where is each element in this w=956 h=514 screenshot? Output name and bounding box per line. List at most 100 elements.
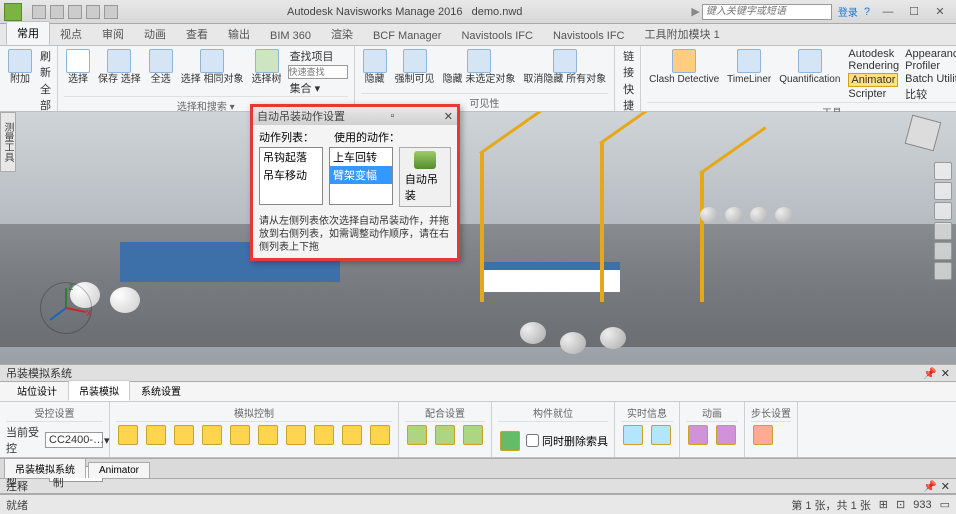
help-search-input[interactable] — [702, 4, 832, 20]
ribbon-tab-bim360[interactable]: BIM 360 — [260, 27, 321, 45]
append-button[interactable]: 附加 — [6, 48, 34, 86]
links-button[interactable]: 链接 — [621, 48, 634, 80]
scripter-button[interactable]: Scripter — [846, 88, 899, 100]
quantification-button[interactable]: Quantification — [777, 48, 842, 86]
panel-pin-icon[interactable]: 📌 — [923, 367, 937, 380]
autodesk-rendering-button[interactable]: Autodesk Rendering — [846, 48, 899, 72]
sim-btn-7[interactable] — [284, 424, 308, 446]
selection-tree-button[interactable]: 选择树 — [250, 48, 284, 86]
action-list-left[interactable]: 吊钩起落 吊车移动 — [259, 147, 323, 205]
realtime-btn-2[interactable] — [649, 424, 673, 446]
sim-btn-10[interactable] — [368, 424, 392, 446]
current-control-dropdown[interactable]: CC2400-…▾ — [45, 432, 103, 448]
look-icon[interactable] — [934, 242, 952, 260]
viewcube[interactable] — [908, 118, 948, 158]
animator-button[interactable]: Animator — [846, 73, 899, 87]
panel-close-icon[interactable]: ✕ — [941, 367, 950, 380]
qat-save-icon[interactable] — [50, 5, 64, 19]
auto-lift-button[interactable]: 自动吊装 — [399, 147, 451, 207]
qat-open-icon[interactable] — [32, 5, 46, 19]
sim-btn-1[interactable] — [116, 424, 140, 446]
hide-button[interactable]: 隐藏 — [361, 48, 389, 86]
ribbon-tab-home[interactable]: 常用 — [6, 21, 50, 45]
ribbon-tab-output[interactable]: 输出 — [218, 23, 260, 45]
select-all-button[interactable]: 全选 — [147, 48, 175, 86]
maximize-button[interactable]: ☐ — [902, 4, 926, 20]
list-item[interactable]: 吊钩起落 — [260, 148, 322, 166]
appearance-profiler-button[interactable]: Appearance Profiler — [903, 48, 956, 72]
login-link[interactable]: 登录 — [838, 4, 858, 19]
sim-btn-8[interactable] — [312, 424, 336, 446]
qat-undo-icon[interactable] — [68, 5, 82, 19]
unhide-all-button[interactable]: 取消隐藏 所有对象 — [521, 48, 608, 86]
ribbon-tab-addons[interactable]: 工具附加模块 1 — [635, 23, 730, 45]
sets-button[interactable]: 集合 ▾ — [288, 80, 348, 96]
minimize-button[interactable]: — — [876, 4, 900, 20]
sim-btn-2[interactable] — [144, 424, 168, 446]
help-icon[interactable]: ? — [864, 6, 870, 18]
config-btn-1[interactable] — [405, 424, 429, 446]
orbit-icon[interactable] — [934, 222, 952, 240]
anim-btn-2[interactable] — [714, 424, 738, 446]
ribbon-tab-render[interactable]: 渲染 — [321, 23, 363, 45]
3d-viewport[interactable]: 测量工具 z x — [0, 112, 956, 364]
sim-btn-4[interactable] — [200, 424, 224, 446]
comment-close-icon[interactable]: ✕ — [941, 480, 950, 493]
zoom-icon[interactable] — [934, 202, 952, 220]
anim-btn-1[interactable] — [686, 424, 710, 446]
ribbon-tab-navistools2[interactable]: Navistools IFC — [543, 27, 635, 45]
sim-btn-9[interactable] — [340, 424, 364, 446]
tank-model — [750, 207, 768, 223]
delete-rigging-checkbox[interactable]: 同时删除索具 — [526, 433, 608, 449]
require-button[interactable]: 强制可见 — [393, 48, 437, 86]
ribbon-tab-animation[interactable]: 动画 — [134, 23, 176, 45]
batch-utility-button[interactable]: Batch Utility — [903, 73, 956, 85]
tank-model — [700, 207, 718, 223]
ribbon-tab-bcf[interactable]: BCF Manager — [363, 27, 451, 45]
refresh-button[interactable]: 刷新 — [38, 48, 51, 80]
comment-pin-icon[interactable]: 📌 — [923, 480, 937, 493]
action-list-right[interactable]: 上车回转 臂架变幅 — [329, 147, 393, 205]
select-button[interactable]: 选择 — [64, 48, 92, 86]
gear-icon — [414, 151, 436, 169]
dialog-titlebar[interactable]: 自动吊装动作设置 ▫ ✕ — [253, 107, 457, 125]
sim-btn-5[interactable] — [228, 424, 252, 446]
save-selection-button[interactable]: 保存 选择 — [96, 48, 143, 86]
quick-find-input[interactable] — [288, 65, 348, 79]
walk-icon[interactable] — [934, 262, 952, 280]
sim-btn-3[interactable] — [172, 424, 196, 446]
step-btn[interactable] — [751, 424, 775, 446]
dock-tab-animator[interactable]: Animator — [88, 462, 150, 478]
sim-btn-6[interactable] — [256, 424, 280, 446]
subtab-settings[interactable]: 系统设置 — [130, 380, 192, 401]
qat-redo-icon[interactable] — [86, 5, 100, 19]
compare-button[interactable]: 比较 — [903, 86, 956, 102]
ribbon-tab-navistools1[interactable]: Navistools IFC — [451, 27, 543, 45]
list-item-selected[interactable]: 臂架变幅 — [330, 166, 392, 184]
title-bar: Autodesk Navisworks Manage 2016 demo.nwd… — [0, 0, 956, 24]
dialog-pin-icon[interactable]: ▫ — [390, 110, 394, 122]
subtab-simulation[interactable]: 吊装模拟 — [68, 380, 130, 401]
select-same-button[interactable]: 选择 相同对象 — [179, 48, 246, 86]
dock-tab-lift[interactable]: 吊装模拟系统 — [4, 458, 86, 478]
timeliner-button[interactable]: TimeLiner — [725, 48, 773, 86]
clash-detective-button[interactable]: Clash Detective — [647, 48, 721, 86]
list-item[interactable]: 上车回转 — [330, 148, 392, 166]
subtab-station[interactable]: 站位设计 — [6, 380, 68, 401]
realtime-btn-1[interactable] — [621, 424, 645, 446]
hide-unselected-button[interactable]: 隐藏 未选定对象 — [441, 48, 518, 86]
qat-print-icon[interactable] — [104, 5, 118, 19]
pan-icon[interactable] — [934, 182, 952, 200]
close-button[interactable]: ✕ — [928, 4, 952, 20]
ribbon-tab-review[interactable]: 审阅 — [92, 23, 134, 45]
dialog-close-icon[interactable]: ✕ — [444, 110, 453, 123]
ribbon-tab-viewpoint[interactable]: 视点 — [50, 23, 92, 45]
member-play-button[interactable] — [498, 430, 522, 452]
measure-panel-tab[interactable]: 测量工具 — [0, 112, 16, 172]
ribbon-tab-view[interactable]: 查看 — [176, 23, 218, 45]
config-btn-2[interactable] — [433, 424, 457, 446]
nav-wheel-icon[interactable] — [934, 162, 952, 180]
config-btn-3[interactable] — [461, 424, 485, 446]
find-items-button[interactable]: 查找项目 — [288, 48, 348, 64]
list-item[interactable]: 吊车移动 — [260, 166, 322, 184]
